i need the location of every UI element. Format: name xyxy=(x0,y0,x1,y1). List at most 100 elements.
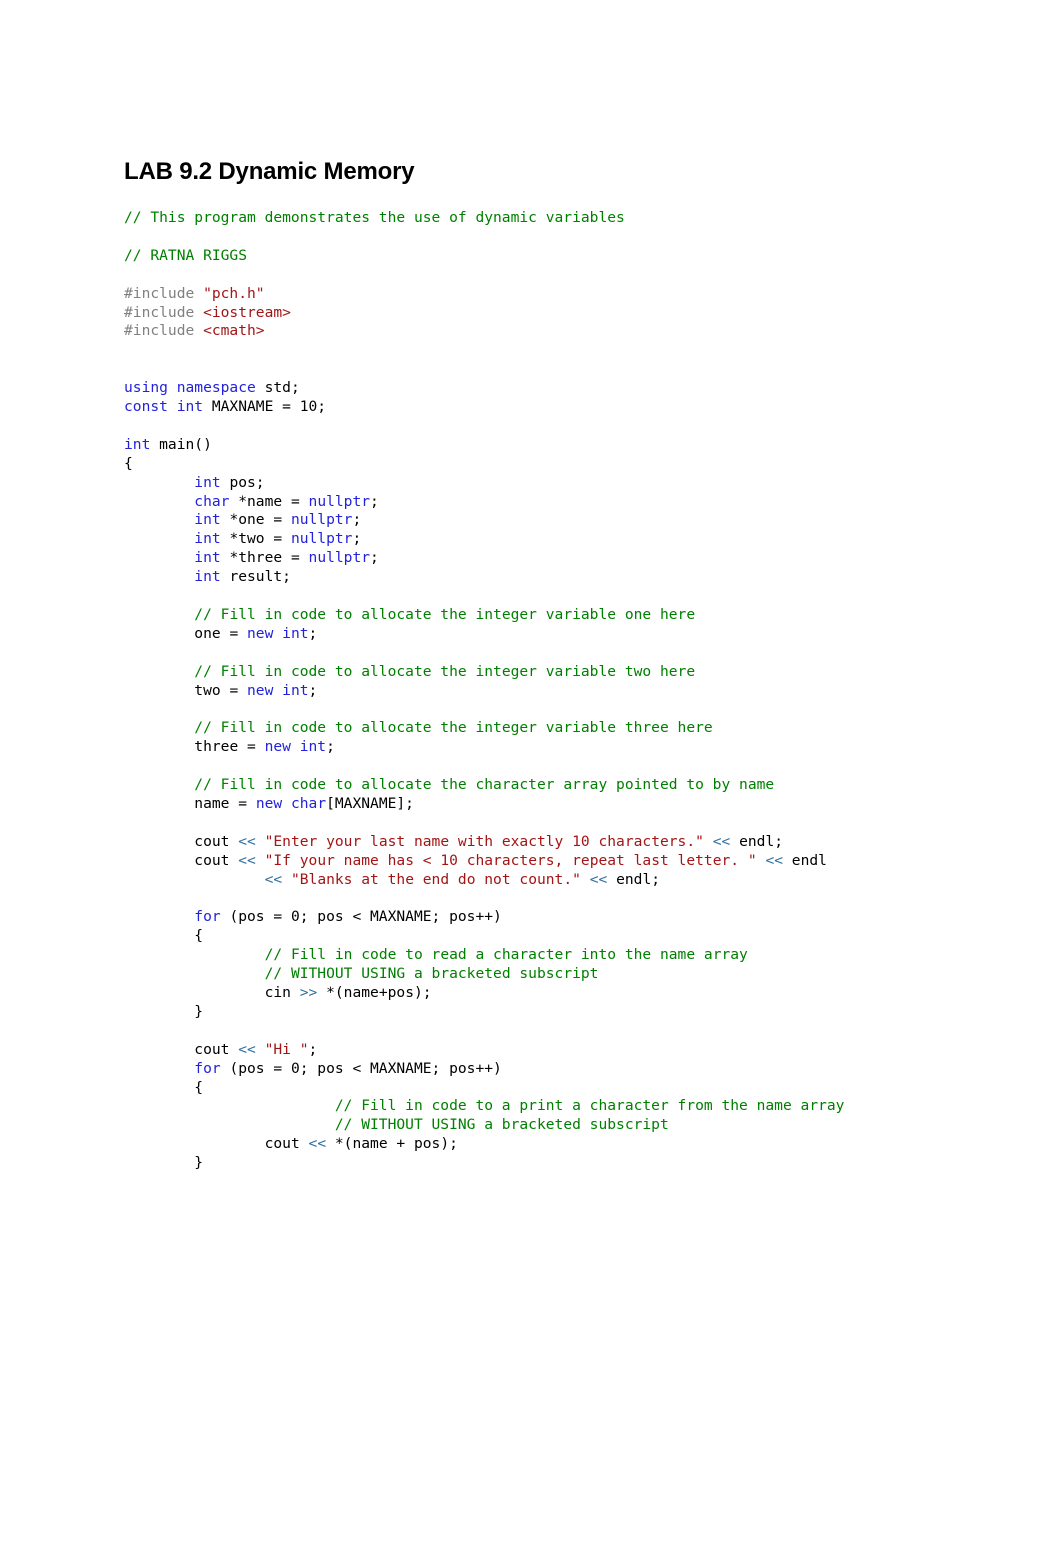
code-token-cmt: // Fill in code to allocate the integer … xyxy=(194,662,696,680)
code-token-pln: *(name + pos); xyxy=(326,1135,458,1153)
code-token-kw: int xyxy=(124,435,151,453)
code-token-pln: ; xyxy=(352,530,362,548)
code-token-str: "Hi " xyxy=(264,1040,309,1058)
code-line: name = new char[MAXNAME]; xyxy=(124,795,844,814)
code-line: cout << "If your name has < 10 character… xyxy=(124,852,844,871)
code-token-pln: one = xyxy=(194,624,248,642)
code-token-cmt: // Fill in code to allocate the integer … xyxy=(194,719,713,737)
code-token-pln: main() xyxy=(150,435,212,453)
code-line: // Fill in code to allocate the integer … xyxy=(124,606,844,625)
code-token-kw: char xyxy=(194,492,230,510)
code-token-str: "If your name has < 10 characters, repea… xyxy=(264,851,757,869)
code-token-pln xyxy=(704,833,713,850)
code-token-cmt: // Fill in code to read a character into… xyxy=(264,946,748,964)
code-token-pln: cout xyxy=(194,832,239,850)
code-token-pln: cout xyxy=(194,1040,239,1058)
code-token-str: <iostream> xyxy=(203,303,291,321)
code-token-pln: ; xyxy=(308,624,318,642)
code-line: two = new int; xyxy=(124,682,844,701)
code-line: // Fill in code to allocate the characte… xyxy=(124,776,844,795)
code-line: int result; xyxy=(124,568,844,587)
code-line: } xyxy=(124,1003,844,1022)
code-line: char *name = nullptr; xyxy=(124,493,844,512)
code-token-pln: ; xyxy=(352,511,362,529)
code-token-pln: ; xyxy=(308,681,318,699)
code-line: // Fill in code to allocate the integer … xyxy=(124,663,844,682)
code-line: #include <cmath> xyxy=(124,322,844,341)
code-token-kw: for xyxy=(194,908,221,926)
code-token-kw: using namespace xyxy=(124,379,256,397)
page-title: LAB 9.2 Dynamic Memory xyxy=(124,158,415,186)
code-token-kw: int xyxy=(194,530,221,548)
code-token-pln: MAXNAME = 10; xyxy=(203,398,327,415)
code-token-pre: #include xyxy=(124,322,204,340)
code-token-kw: int xyxy=(194,549,221,567)
code-token-cmt: // Fill in code to allocate the characte… xyxy=(194,776,775,794)
code-token-pln: { xyxy=(194,1078,204,1096)
code-token-op: << xyxy=(238,1040,256,1058)
code-token-kw: nullptr xyxy=(290,511,353,529)
code-line: one = new int; xyxy=(124,625,844,644)
code-line: int *three = nullptr; xyxy=(124,549,844,568)
code-token-pln: name = xyxy=(194,794,256,812)
code-token-pln: ; xyxy=(326,738,335,756)
code-line: int main() xyxy=(124,436,844,455)
code-token-pln: two = xyxy=(194,681,248,699)
code-line: #include <iostream> xyxy=(124,304,844,323)
code-token-pln: *(name+pos); xyxy=(317,983,432,1001)
code-token-pln: *one = xyxy=(220,511,291,529)
code-line: { xyxy=(124,455,844,474)
code-line: const int MAXNAME = 10; xyxy=(124,398,844,417)
document-page: LAB 9.2 Dynamic Memory // This program d… xyxy=(0,0,1062,1556)
code-token-pln: result; xyxy=(220,568,291,586)
code-token-pln: endl; xyxy=(607,870,661,888)
code-token-pln: three = xyxy=(194,738,265,756)
code-token-pln: *two = xyxy=(220,530,291,548)
code-line: } xyxy=(124,1154,844,1173)
code-token-kw: int xyxy=(194,473,221,491)
code-token-pln: ; xyxy=(308,1040,318,1058)
code-line: cin >> *(name+pos); xyxy=(124,984,844,1003)
code-line: // Fill in code to a print a character f… xyxy=(124,1097,845,1116)
code-token-str: <cmath> xyxy=(203,322,265,340)
code-token-pln: std; xyxy=(255,379,300,397)
code-line: // RATNA RIGGS xyxy=(124,247,844,266)
code-line: // WITHOUT USING a bracketed subscript xyxy=(124,1116,844,1135)
code-line: int pos; xyxy=(124,474,844,493)
code-line: << "Blanks at the end do not count." << … xyxy=(124,871,844,890)
code-token-pln: pos; xyxy=(220,473,265,491)
code-token-cmt: // Fill in code to allocate the integer … xyxy=(194,605,696,623)
code-token-pln: [MAXNAME]; xyxy=(326,794,414,812)
code-token-kw: for xyxy=(194,1059,221,1077)
source-code-listing: // This program demonstrates the use of … xyxy=(124,209,844,1173)
code-token-pln: cout xyxy=(194,851,239,869)
code-token-pln: } xyxy=(194,1002,204,1020)
code-token-pln: { xyxy=(194,927,204,945)
